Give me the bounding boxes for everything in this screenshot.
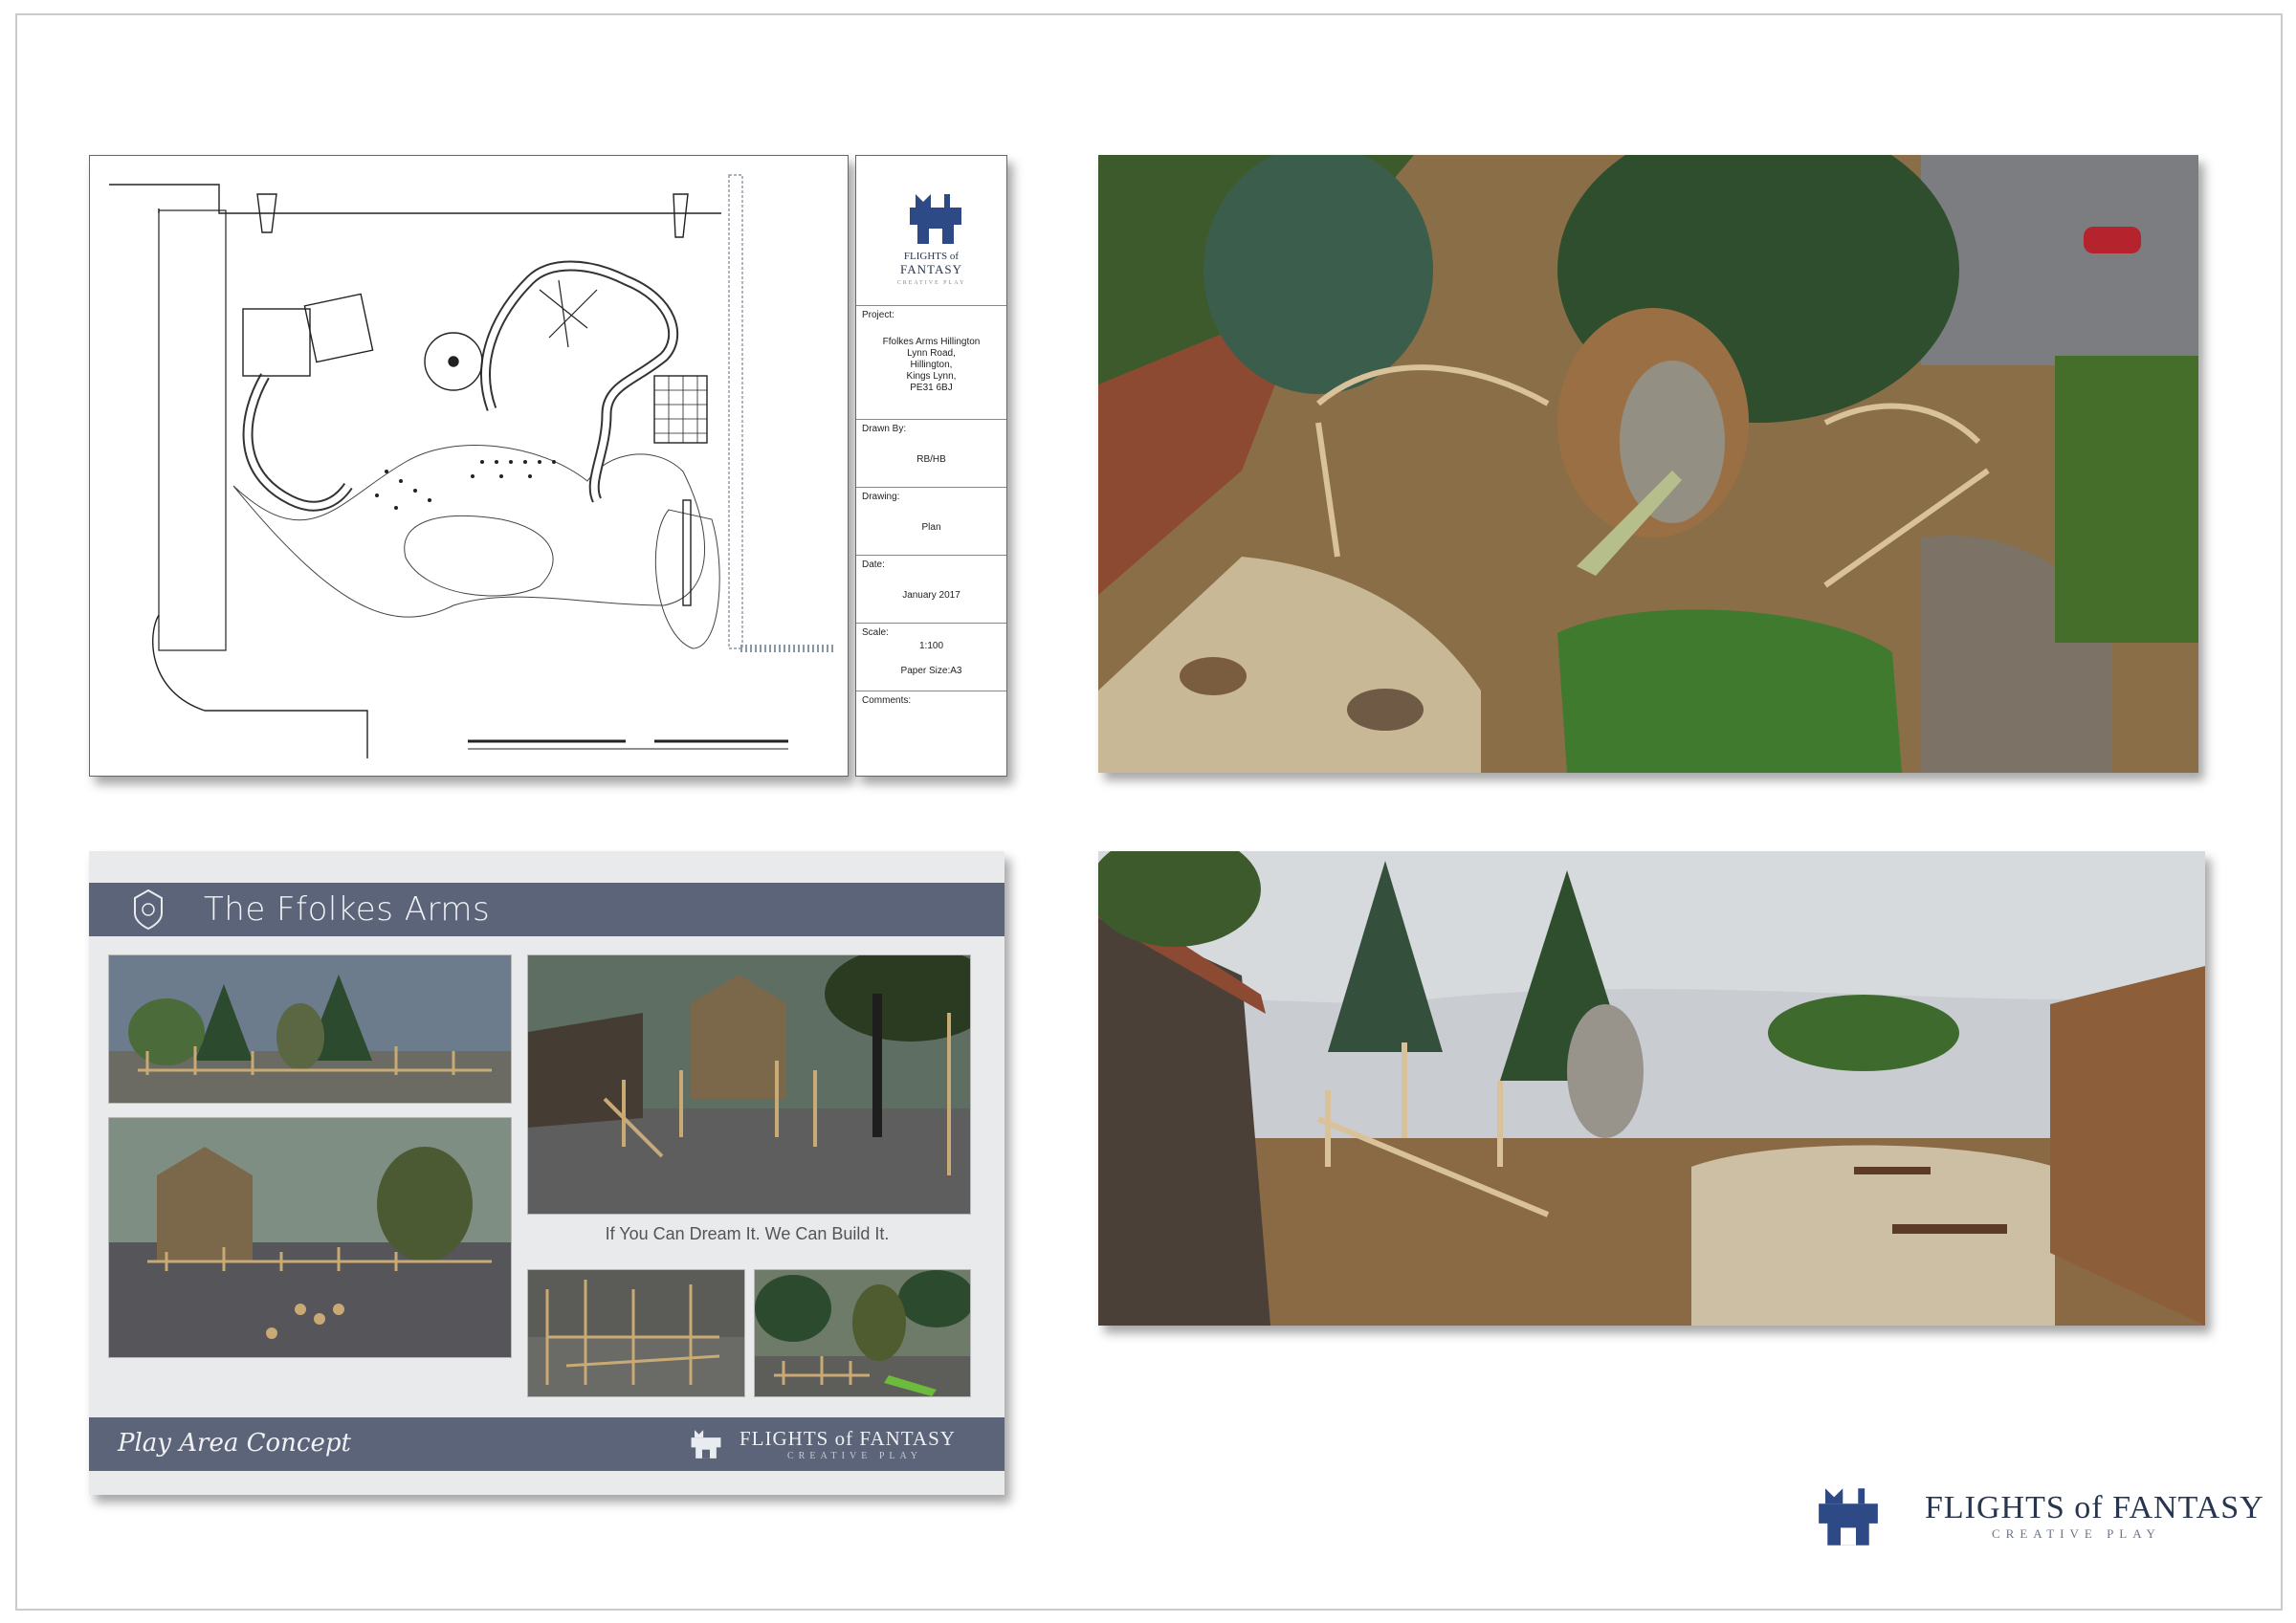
title-block-brand-line1: FLIGHTS of — [903, 251, 960, 262]
date-section: Date: January 2017 — [856, 556, 1006, 624]
paper-size-value: Paper Size:A3 — [900, 666, 962, 676]
concept-render-4 — [527, 1269, 745, 1397]
plan-linework — [109, 174, 836, 758]
footer-brand-sub: CREATIVE PLAY — [1992, 1526, 2161, 1541]
title-block-brand-tag: CREATIVE PLAY — [896, 280, 966, 286]
site-plan-drawing — [89, 155, 849, 777]
concept-board: The Ffolkes Arms If You Can Dream It. We… — [89, 851, 1004, 1495]
concept-footer-brand-sub: CREATIVE PLAY — [787, 1451, 923, 1461]
project-label: Project: — [862, 310, 894, 320]
concept-render-5 — [754, 1269, 971, 1397]
date-label: Date: — [862, 559, 885, 570]
concept-header-title: The Ffolkes Arms — [204, 890, 491, 929]
panorama-photo-illustration — [1098, 851, 2205, 1326]
aerial-photo — [1098, 155, 2198, 773]
aerial-photo-illustration — [1098, 155, 2198, 773]
concept-render-2 — [108, 1117, 512, 1358]
concept-tagline: If You Can Dream It. We Can Build It. — [605, 1224, 890, 1243]
footer-brand: FLIGHTS of FANTASY CREATIVE PLAY — [1925, 1490, 2264, 1542]
plan-title-block: FLIGHTS of FANTASY CREATIVE PLAY Project… — [855, 155, 1007, 777]
project-value: Ffolkes Arms Hillington Lynn Road, Hilli… — [882, 337, 981, 393]
concept-footer-brand: FLIGHTS of FANTASY — [740, 1427, 956, 1450]
footer-brand-logo-icon — [1819, 1488, 1878, 1546]
concept-footer-band: Play Area Concept FLIGHTS of FANTASY CRE… — [89, 1417, 1004, 1471]
project-section: Project: Ffolkes Arms Hillington Lynn Ro… — [856, 306, 1006, 420]
panorama-photo — [1098, 851, 2205, 1326]
title-block-brand-line2: FANTASY — [900, 262, 962, 276]
comments-label: Comments: — [862, 695, 912, 706]
scale-label: Scale: — [862, 627, 889, 638]
concept-header-band: The Ffolkes Arms — [89, 883, 1004, 936]
drawn-by-value: RB/HB — [916, 454, 946, 465]
drawing-section: Drawing: Plan — [856, 488, 1006, 556]
drawing-value: Plan — [921, 522, 941, 533]
scale-value: 1:100 — [918, 641, 944, 651]
crest-icon — [134, 888, 163, 931]
concept-footer-title: Play Area Concept — [118, 1429, 351, 1458]
concept-render-1 — [108, 954, 512, 1104]
comments-section: Comments: — [856, 691, 1006, 776]
drawn-by-label: Drawn By: — [862, 424, 907, 434]
footer-brand-name: FLIGHTS of FANTASY — [1925, 1490, 2264, 1525]
date-value: January 2017 — [902, 590, 960, 601]
title-block-logo: FLIGHTS of FANTASY CREATIVE PLAY — [856, 156, 1006, 306]
drawn-by-section: Drawn By: RB/HB — [856, 420, 1006, 488]
brand-logo-icon — [910, 194, 961, 244]
scale-section: Scale: 1:100 Paper Size:A3 — [856, 624, 1006, 691]
drawing-label: Drawing: — [862, 492, 900, 502]
concept-render-3 — [527, 954, 971, 1215]
concept-brand-logo-icon — [691, 1430, 721, 1459]
